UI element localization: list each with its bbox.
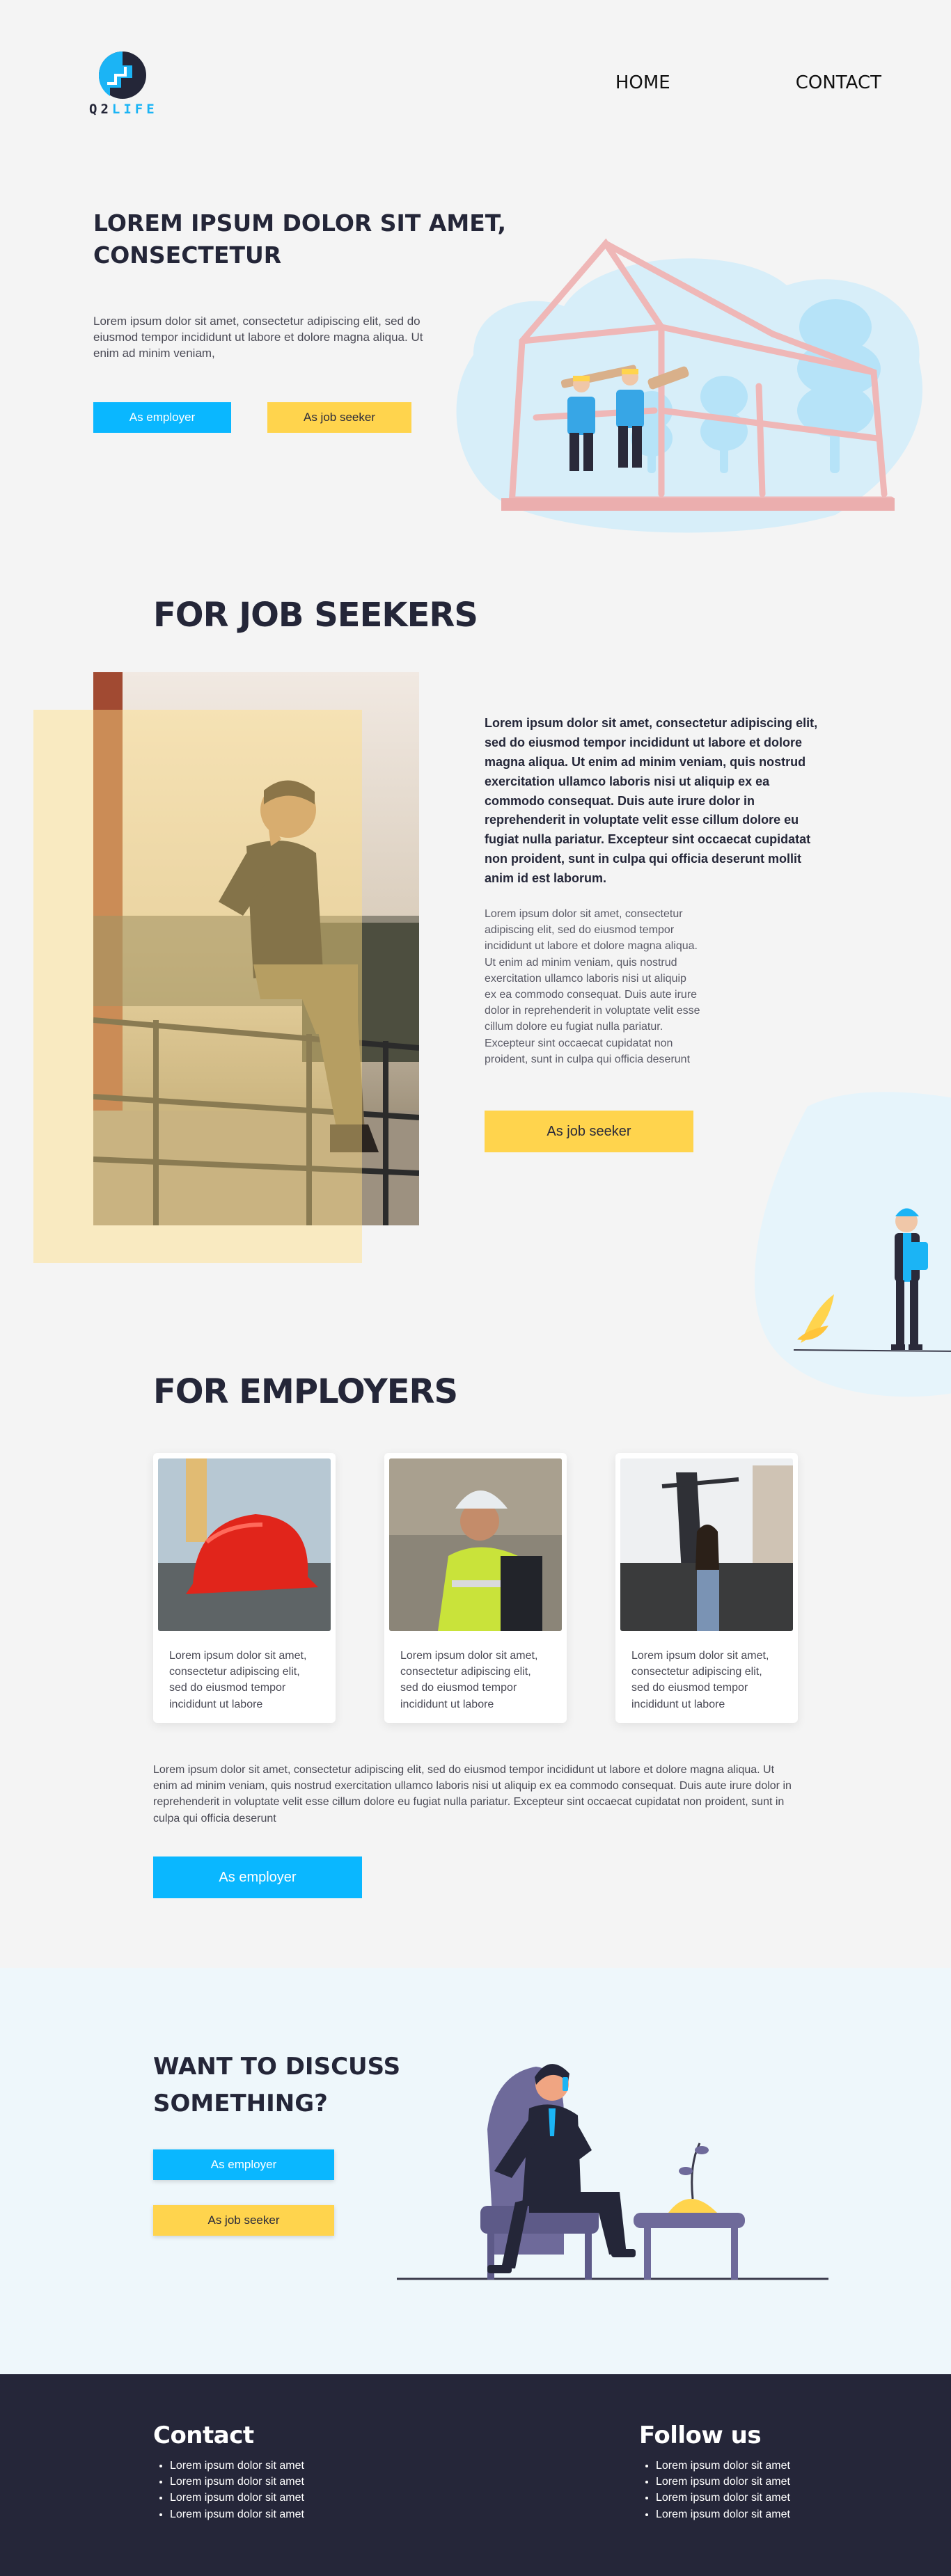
logo-text: Q2LIFE: [89, 102, 158, 117]
yellow-overlay: [33, 710, 362, 1263]
job-seeker-button[interactable]: As job seeker: [485, 1111, 693, 1152]
nav-home[interactable]: HOME: [615, 72, 670, 93]
discuss-employer-button[interactable]: As employer: [153, 2149, 334, 2180]
footer-contact-title: Contact: [153, 2422, 254, 2449]
main-nav: HOME CONTACT: [615, 72, 881, 93]
employer-cards: Lorem ipsum dolor sit amet, consectetur …: [153, 1453, 798, 1723]
hero-job-seeker-button[interactable]: As job seeker: [267, 402, 411, 433]
hero-text: Lorem ipsum dolor sit amet, consectetur …: [93, 315, 423, 360]
logo-icon: [98, 51, 146, 99]
employer-card[interactable]: Lorem ipsum dolor sit amet, consectetur …: [153, 1453, 336, 1723]
logo[interactable]: Q2LIFE: [89, 50, 156, 117]
footer-contact-item[interactable]: Lorem ipsum dolor sit amet: [170, 2474, 304, 2490]
page: Q2LIFE HOME CONTACT LOREM IPSUM DOLOR SI…: [0, 0, 951, 2576]
footer-contact-item[interactable]: Lorem ipsum dolor sit amet: [170, 2490, 304, 2506]
employer-card[interactable]: Lorem ipsum dolor sit amet, consectetur …: [615, 1453, 798, 1723]
employers-title: FOR EMPLOYERS: [153, 1372, 458, 1411]
job-seekers-bold-text: Lorem ipsum dolor sit amet, consectetur …: [485, 716, 818, 886]
footer-follow: Follow us Lorem ipsum dolor sit amet Lor…: [639, 2422, 790, 2522]
job-seekers-text: Lorem ipsum dolor sit amet, consectetur …: [485, 908, 700, 1065]
discuss-job-seeker-button[interactable]: As job seeker: [153, 2205, 334, 2236]
footer-contact-list: Lorem ipsum dolor sit amet Lorem ipsum d…: [153, 2458, 304, 2522]
footer-follow-item[interactable]: Lorem ipsum dolor sit amet: [656, 2490, 790, 2506]
construction-house-illustration: [456, 238, 922, 533]
job-seekers-title: FOR JOB SEEKERS: [153, 596, 478, 635]
card-text: Lorem ipsum dolor sit amet, consectetur …: [631, 1650, 769, 1710]
footer-follow-list: Lorem ipsum dolor sit amet Lorem ipsum d…: [639, 2458, 790, 2522]
nav-contact[interactable]: CONTACT: [796, 72, 881, 93]
footer: Contact Lorem ipsum dolor sit amet Lorem…: [0, 2374, 951, 2576]
footer-follow-title: Follow us: [639, 2422, 762, 2449]
card-text: Lorem ipsum dolor sit amet, consectetur …: [400, 1650, 538, 1710]
card-image-helmet: [158, 1458, 331, 1631]
employer-button[interactable]: As employer: [153, 1857, 362, 1898]
employers-text: Lorem ipsum dolor sit amet, consectetur …: [153, 1764, 792, 1824]
hero-employer-button[interactable]: As employer: [93, 402, 231, 433]
card-text: Lorem ipsum dolor sit amet, consectetur …: [169, 1650, 307, 1710]
footer-follow-item[interactable]: Lorem ipsum dolor sit amet: [656, 2474, 790, 2490]
footer-contact: Contact Lorem ipsum dolor sit amet Lorem…: [153, 2422, 304, 2522]
card-image-construction-site: [620, 1458, 793, 1631]
footer-contact-item[interactable]: Lorem ipsum dolor sit amet: [170, 2506, 304, 2522]
card-image-worker-vest: [389, 1458, 562, 1631]
standing-worker-illustration: [754, 1092, 951, 1397]
employer-card[interactable]: Lorem ipsum dolor sit amet, consectetur …: [384, 1453, 567, 1723]
footer-contact-item[interactable]: Lorem ipsum dolor sit amet: [170, 2458, 304, 2474]
person-in-armchair-illustration: [397, 2064, 828, 2280]
footer-follow-item[interactable]: Lorem ipsum dolor sit amet: [656, 2506, 790, 2522]
footer-follow-item[interactable]: Lorem ipsum dolor sit amet: [656, 2458, 790, 2474]
